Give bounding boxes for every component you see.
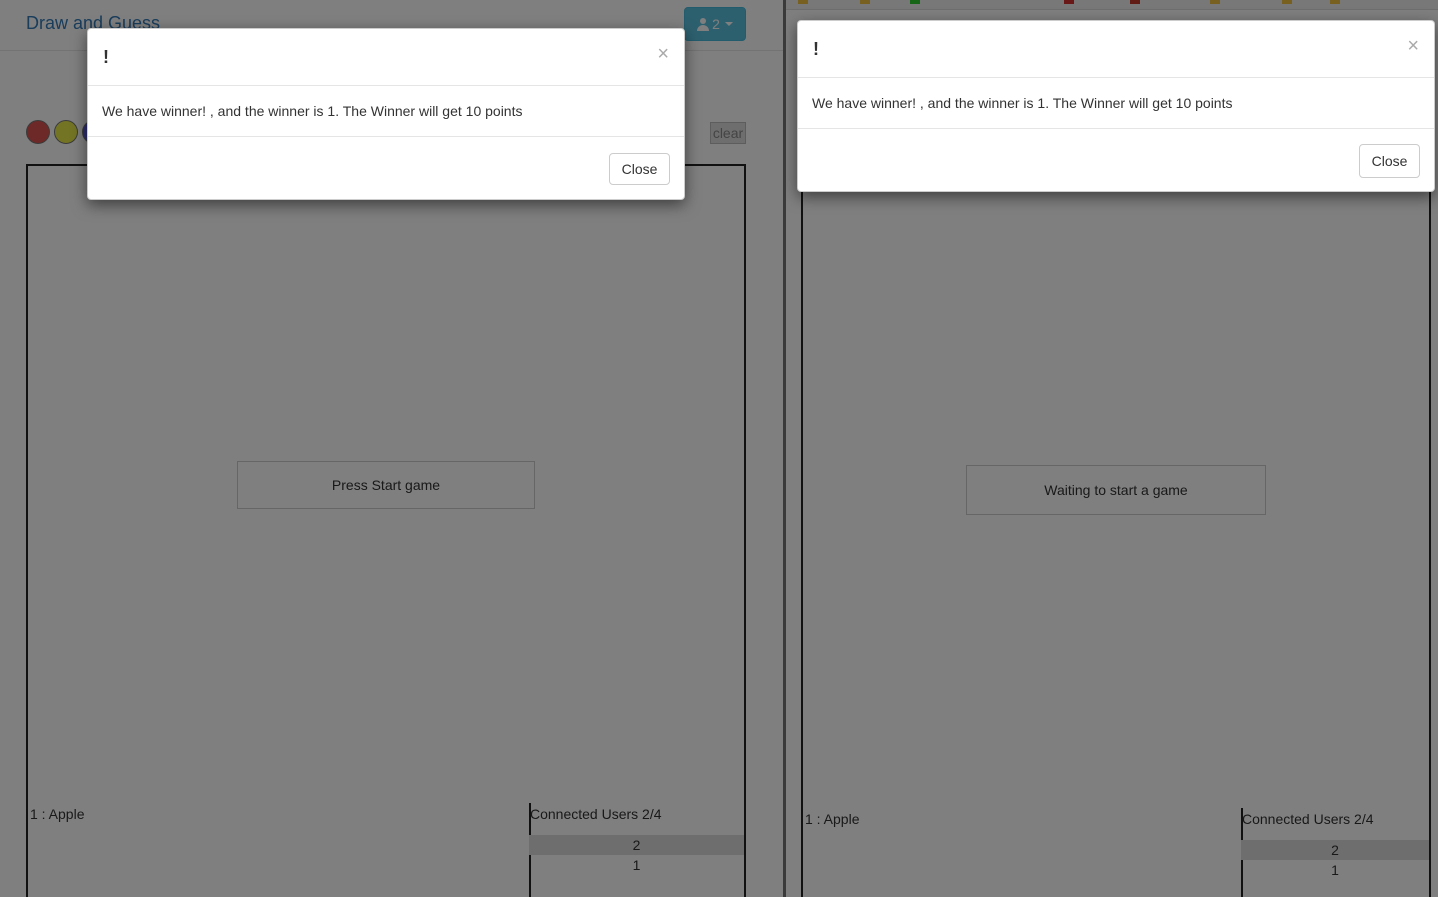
modal-body: We have winner! , and the winner is 1. T… bbox=[88, 86, 684, 137]
close-icon[interactable]: × bbox=[1407, 36, 1419, 56]
modal-footer: Close bbox=[88, 137, 684, 199]
right-browser-window: Waiting to start a game 1 : Apple Connec… bbox=[786, 0, 1438, 897]
modal-footer: Close bbox=[798, 129, 1434, 191]
close-button[interactable]: Close bbox=[609, 153, 670, 185]
modal-header: ! × bbox=[88, 29, 684, 86]
close-icon[interactable]: × bbox=[657, 44, 669, 64]
winner-modal: ! × We have winner! , and the winner is … bbox=[797, 20, 1435, 192]
modal-title: ! bbox=[813, 39, 819, 59]
close-button[interactable]: Close bbox=[1359, 144, 1420, 178]
left-browser-window: Draw and Guess 2 clear Press Start game … bbox=[0, 0, 784, 897]
modal-header: ! × bbox=[798, 21, 1434, 78]
modal-body: We have winner! , and the winner is 1. T… bbox=[798, 78, 1434, 129]
winner-modal: ! × We have winner! , and the winner is … bbox=[87, 28, 685, 200]
modal-title: ! bbox=[103, 47, 109, 67]
